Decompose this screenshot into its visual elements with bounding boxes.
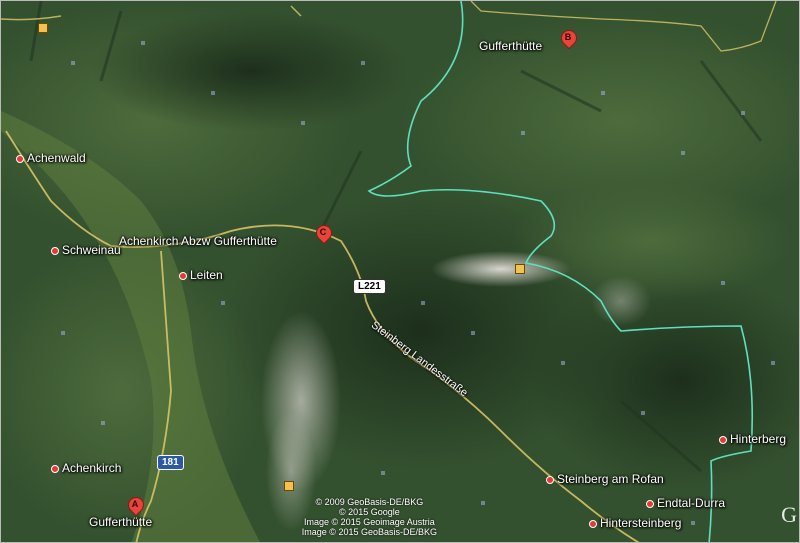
place-steinberg[interactable]: Steinberg am Rofan bbox=[546, 472, 664, 486]
place-dot-icon bbox=[546, 475, 554, 484]
place-leiten[interactable]: Leiten bbox=[179, 268, 223, 282]
place-dot-icon bbox=[589, 519, 597, 528]
marker-c[interactable]: C bbox=[312, 221, 336, 245]
place-dot-icon bbox=[719, 435, 727, 444]
place-achenkirch[interactable]: Achenkirch bbox=[51, 461, 121, 475]
marker-b[interactable]: B bbox=[557, 26, 581, 50]
place-dot-icon bbox=[16, 154, 24, 163]
place-achenkirch-abzw[interactable]: Achenkirch Abzw Gufferthütte bbox=[119, 234, 277, 248]
place-dot-icon bbox=[646, 499, 654, 508]
place-dot-icon bbox=[179, 271, 187, 280]
place-hintersteinberg[interactable]: Hintersteinberg bbox=[589, 516, 681, 530]
place-endtal[interactable]: Endtal-Durra bbox=[646, 496, 725, 510]
place-hinterberg[interactable]: Hinterberg bbox=[719, 432, 786, 446]
road-shield-181: 181 bbox=[157, 455, 184, 470]
road-shield-l221: L221 bbox=[353, 279, 386, 294]
poi-icon[interactable] bbox=[284, 481, 294, 491]
place-schweinau[interactable]: Schweinau bbox=[51, 243, 121, 257]
place-dot-icon bbox=[51, 246, 59, 255]
place-achenwald[interactable]: Achenwald bbox=[16, 151, 86, 165]
place-gufferthuette-a[interactable]: Gufferthütte bbox=[89, 515, 152, 529]
map-attribution: © 2009 GeoBasis-DE/BKG © 2015 Google Ima… bbox=[301, 497, 437, 537]
poi-icon[interactable] bbox=[515, 264, 525, 274]
poi-icon[interactable] bbox=[38, 23, 48, 33]
google-logo: G bbox=[781, 502, 797, 527]
marker-a[interactable]: A bbox=[124, 493, 148, 517]
place-dot-icon bbox=[51, 464, 59, 473]
place-gufferthuette-b[interactable]: Gufferthütte bbox=[479, 39, 542, 53]
satellite-map[interactable]: Achenwald Schweinau Leiten Achenkirch Gu… bbox=[0, 0, 800, 543]
